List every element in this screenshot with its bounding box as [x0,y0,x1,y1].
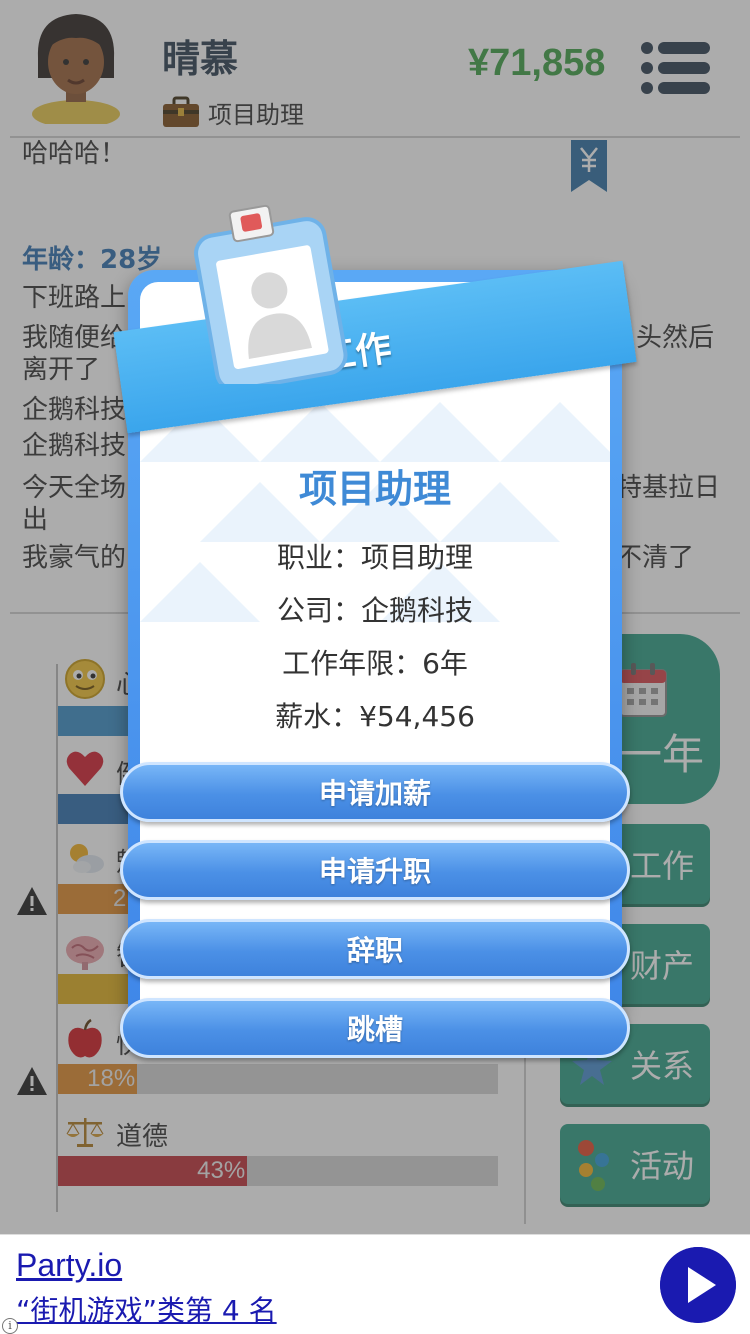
id-badge-icon [194,204,348,384]
job-years: 工作年限：6年 [282,647,468,680]
ad-subtitle-link[interactable]: “街机游戏”类第 4 名 [16,1289,277,1329]
job-company: 公司：企鹅科技 [276,594,473,627]
job-occupation: 职业：项目助理 [276,541,473,574]
resign-button[interactable]: 辞职 [120,919,630,979]
play-icon[interactable] [660,1247,736,1323]
job-title: 项目助理 [298,467,451,511]
job-salary: 薪水：¥54,456 [275,700,475,733]
request-promotion-button[interactable]: 申请升职 [120,840,630,900]
ad-banner[interactable]: Party.io “街机游戏”类第 4 名 [0,1234,750,1334]
request-raise-button[interactable]: 申请加薪 [120,762,630,822]
ad-title-link[interactable]: Party.io [16,1247,122,1284]
change-job-button[interactable]: 跳槽 [120,998,630,1058]
ad-info-icon[interactable]: i [2,1318,18,1334]
